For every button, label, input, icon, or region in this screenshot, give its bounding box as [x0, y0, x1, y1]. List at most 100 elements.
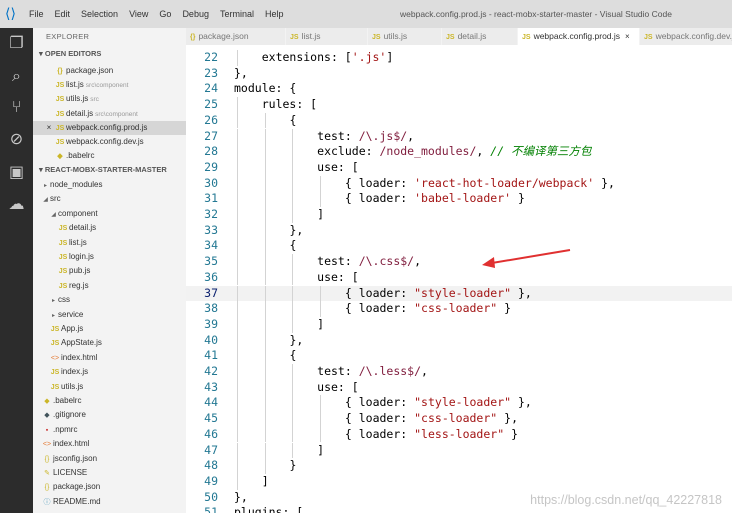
- tree-item[interactable]: JS AppState.js: [33, 336, 186, 350]
- files-icon[interactable]: ❐: [6, 32, 27, 53]
- json-file-icon: {}: [44, 484, 50, 492]
- js-file-icon: JS: [50, 340, 60, 348]
- tree-item[interactable]: JS index.js: [33, 365, 186, 379]
- js-file-icon: JS: [58, 254, 68, 261]
- window-title: webpack.config.prod.js - react-mobx-star…: [400, 9, 672, 19]
- js-file-icon: JS: [644, 34, 653, 41]
- tree-item-name: .npmrc: [53, 424, 78, 434]
- tree-item[interactable]: ⓘ README.md: [33, 495, 186, 509]
- open-editor-name: utils.js: [66, 94, 89, 104]
- menu-file[interactable]: File: [29, 9, 44, 19]
- menu-view[interactable]: View: [129, 9, 148, 19]
- tree-item-name: index.html: [53, 439, 90, 449]
- open-editor-item[interactable]: JS list.js src\component: [33, 78, 186, 92]
- open-editor-item[interactable]: JS detail.js src\component: [33, 107, 186, 121]
- menu-help[interactable]: Help: [265, 9, 284, 19]
- project-header[interactable]: ▾ REACT-MOBX-STARTER-MASTER: [39, 165, 167, 174]
- tree-item-name: AppState.js: [61, 338, 102, 348]
- tree-item-name: .babelrc: [53, 396, 82, 405]
- tree-item[interactable]: JS App.js: [33, 322, 186, 336]
- debug-icon[interactable]: ⊘: [6, 128, 27, 149]
- tree-item[interactable]: <> index.html: [33, 437, 186, 451]
- tab-webpack-config-dev-js[interactable]: JS webpack.config.dev.js: [640, 28, 732, 45]
- open-editor-item[interactable]: JS utils.js src: [33, 92, 186, 106]
- html-file-icon: <>: [42, 441, 52, 449]
- tree-item-name: reg.js: [69, 280, 89, 290]
- open-editor-item[interactable]: × JS webpack.config.prod.js: [33, 120, 186, 135]
- open-editors-header[interactable]: ▾ OPEN EDITORS: [39, 49, 101, 58]
- js-file-icon: JS: [290, 34, 299, 41]
- tree-item[interactable]: JS pub.js: [33, 264, 186, 278]
- tree-item[interactable]: JS list.js: [33, 236, 186, 250]
- activity-bar: ❐ ⌕ ⑂ ⊘ ▣ ☁: [0, 28, 33, 513]
- open-editor-item[interactable]: ◆ .babelrc: [33, 149, 186, 163]
- tree-item[interactable]: {} package.json: [33, 480, 186, 494]
- open-editor-name: webpack.config.prod.js: [66, 122, 148, 132]
- open-editor-path: src: [90, 96, 99, 104]
- tab-utils-js[interactable]: JS utils.js: [368, 28, 442, 45]
- source-control-icon[interactable]: ⑂: [6, 96, 27, 117]
- tree-item[interactable]: JS utils.js: [33, 380, 186, 394]
- open-editor-item[interactable]: {} package.json: [33, 64, 186, 78]
- close-icon[interactable]: ×: [625, 32, 630, 41]
- extensions-icon[interactable]: ▣: [6, 161, 27, 182]
- tree-item[interactable]: ◆ .babelrc: [33, 394, 186, 408]
- tab-detail-js[interactable]: JS detail.js: [442, 28, 518, 45]
- tab-label: list.js: [301, 31, 321, 41]
- tree-item-name: package.json: [53, 482, 101, 492]
- tree-item[interactable]: JS detail.js: [33, 221, 186, 235]
- tree-item-name: jsconfig.json: [53, 453, 98, 463]
- tree-item[interactable]: ▸ node_modules: [33, 178, 186, 192]
- tab-label: webpack.config.dev.js: [655, 31, 732, 41]
- menu-edit[interactable]: Edit: [55, 9, 71, 19]
- tree-item-name: component: [58, 208, 98, 218]
- npm-file-icon: ▪: [45, 426, 49, 434]
- menu-terminal[interactable]: Terminal: [220, 9, 254, 19]
- explorer-sidebar: EXPLORER ▾ OPEN EDITORS {} package.json J…: [33, 28, 186, 513]
- tree-item-name: index.js: [61, 367, 89, 377]
- tree-item[interactable]: ▸ css: [33, 293, 186, 307]
- tree-item[interactable]: ▪ .npmrc: [33, 423, 186, 437]
- tree-item[interactable]: ◢ component: [33, 207, 186, 221]
- open-editor-path: src\component: [85, 82, 129, 90]
- js-file-icon: JS: [446, 34, 455, 41]
- tree-item-name: node_modules: [50, 180, 103, 189]
- tree-item[interactable]: ✎ LICENSE: [33, 466, 186, 480]
- open-editor-name: detail.js: [66, 108, 94, 118]
- js-file-icon: JS: [50, 369, 60, 377]
- tree-item[interactable]: ◢ src: [33, 192, 186, 206]
- tree-item[interactable]: <> index.html: [33, 351, 186, 365]
- menu-debug[interactable]: Debug: [182, 9, 209, 19]
- tree-item-name: css: [58, 295, 70, 305]
- code-editor[interactable]: 51 plugins: [50}, 49] 48} 47] 46{ loader: "le…: [186, 45, 732, 513]
- menu-selection[interactable]: Selection: [81, 9, 118, 19]
- json-file-icon: {}: [44, 455, 50, 463]
- tab-package-json[interactable]: {} package.json: [186, 28, 286, 45]
- js-file-icon: JS: [55, 96, 65, 104]
- menu-go[interactable]: Go: [159, 9, 171, 19]
- search-icon[interactable]: ⌕: [6, 65, 27, 86]
- tab-label: detail.js: [457, 31, 487, 41]
- open-editor-item[interactable]: JS webpack.config.dev.js: [33, 135, 186, 149]
- js-file-icon: JS: [522, 34, 531, 41]
- tree-item[interactable]: ▸ service: [33, 308, 186, 322]
- tree-item-name: index.html: [61, 352, 98, 362]
- js-file-icon: JS: [55, 139, 65, 146]
- close-icon[interactable]: ×: [44, 121, 54, 135]
- js-file-icon: {}: [57, 68, 63, 75]
- open-editor-name: .babelrc: [66, 151, 95, 161]
- tree-item[interactable]: JS login.js: [33, 250, 186, 264]
- tab-list-js[interactable]: JS list.js: [286, 28, 368, 45]
- js-file-icon: JS: [50, 326, 60, 333]
- tree-item[interactable]: ◆ .gitignore: [33, 408, 186, 422]
- title-bar: ⟨⟩ File Edit Selection View Go Debug Ter…: [0, 0, 732, 28]
- tree-item[interactable]: {} jsconfig.json: [33, 452, 186, 466]
- tree-item[interactable]: JS reg.js: [33, 279, 186, 293]
- js-file-icon: JS: [58, 225, 68, 233]
- html-file-icon: <>: [50, 354, 60, 362]
- vscode-logo-icon: ⟨⟩: [5, 6, 16, 22]
- open-editor-name: list.js: [66, 80, 84, 90]
- js-file-icon: JS: [55, 110, 65, 118]
- tab-webpack-config-prod-js[interactable]: JS webpack.config.prod.js ×: [518, 28, 640, 45]
- remote-icon[interactable]: ☁: [6, 193, 27, 214]
